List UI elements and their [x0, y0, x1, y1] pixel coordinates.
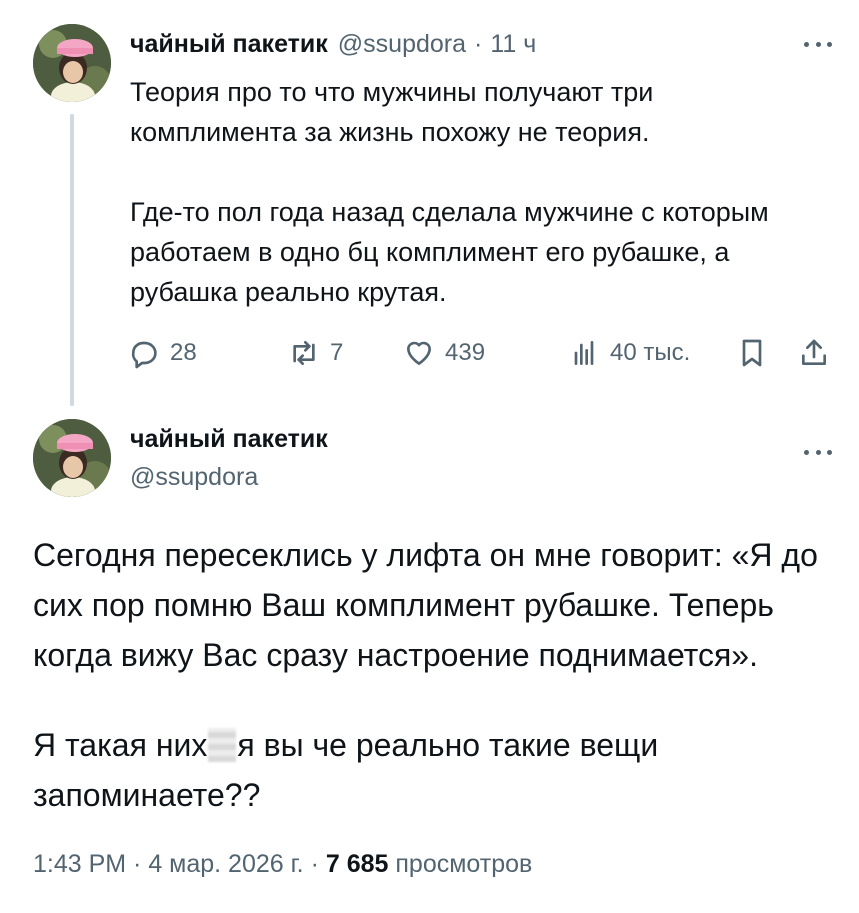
views-label: просмотров [395, 850, 533, 878]
views-button[interactable]: 40 тыс. [568, 334, 690, 372]
display-name[interactable]: чайный пакетик [130, 425, 328, 454]
tweet-paragraph: Сегодня пересеклись у лифта он мне говор… [33, 537, 818, 673]
tweet-timestamp[interactable]: 1:43 PM · 4 мар. 2026 г. · [33, 850, 326, 878]
avatar[interactable] [33, 24, 111, 102]
tweet-text: Сегодня пересеклись у лифта он мне говор… [33, 530, 843, 820]
thread-connector-line [70, 114, 74, 406]
tweet-header: чайный пакетик @ssupdora · 11 ч [130, 30, 536, 64]
tweet-paragraph: Теория про то что мужчины получают три к… [130, 77, 654, 147]
analytics-icon [574, 341, 594, 365]
repost-icon [293, 341, 315, 365]
tweet-meta: 1:43 PM · 4 мар. 2026 г. · 7 685 просмот… [33, 850, 532, 879]
user-handle[interactable]: @ssupdora [130, 463, 258, 492]
like-count: 439 [445, 339, 486, 366]
censor-blur [208, 728, 237, 762]
more-options-icon[interactable] [800, 442, 836, 462]
text-before-censor: Я такая них [33, 727, 208, 763]
bookmark-button[interactable] [736, 334, 768, 372]
repost-count: 7 [330, 339, 344, 366]
repost-button[interactable]: 7 [288, 334, 343, 372]
reply-count: 28 [170, 339, 197, 366]
reply-button[interactable]: 28 [128, 334, 197, 372]
tweet-actions: 28 7 439 40 тыс. [128, 334, 838, 372]
tweet-text: Теория про то что мужчины получают три к… [130, 72, 840, 312]
heart-icon [407, 341, 431, 365]
views-count: 40 тыс. [610, 339, 691, 366]
tweet-paragraph: Я такая них я вы че реально такие вещи за… [33, 720, 843, 820]
views-count[interactable]: 7 685 [326, 850, 389, 878]
user-handle[interactable]: @ssupdora [338, 30, 466, 59]
reply-icon [131, 341, 157, 369]
share-icon [802, 339, 826, 365]
like-button[interactable]: 439 [403, 334, 485, 372]
tweet-paragraph: Где-то пол года назад сделала мужчине с … [130, 197, 769, 307]
tweet-time[interactable]: 11 ч [490, 30, 536, 59]
separator: · [474, 30, 483, 58]
more-options-icon[interactable] [800, 34, 836, 54]
avatar[interactable] [33, 419, 111, 497]
display-name[interactable]: чайный пакетик [130, 30, 328, 59]
bookmark-icon [742, 339, 762, 367]
share-button[interactable] [798, 334, 830, 372]
